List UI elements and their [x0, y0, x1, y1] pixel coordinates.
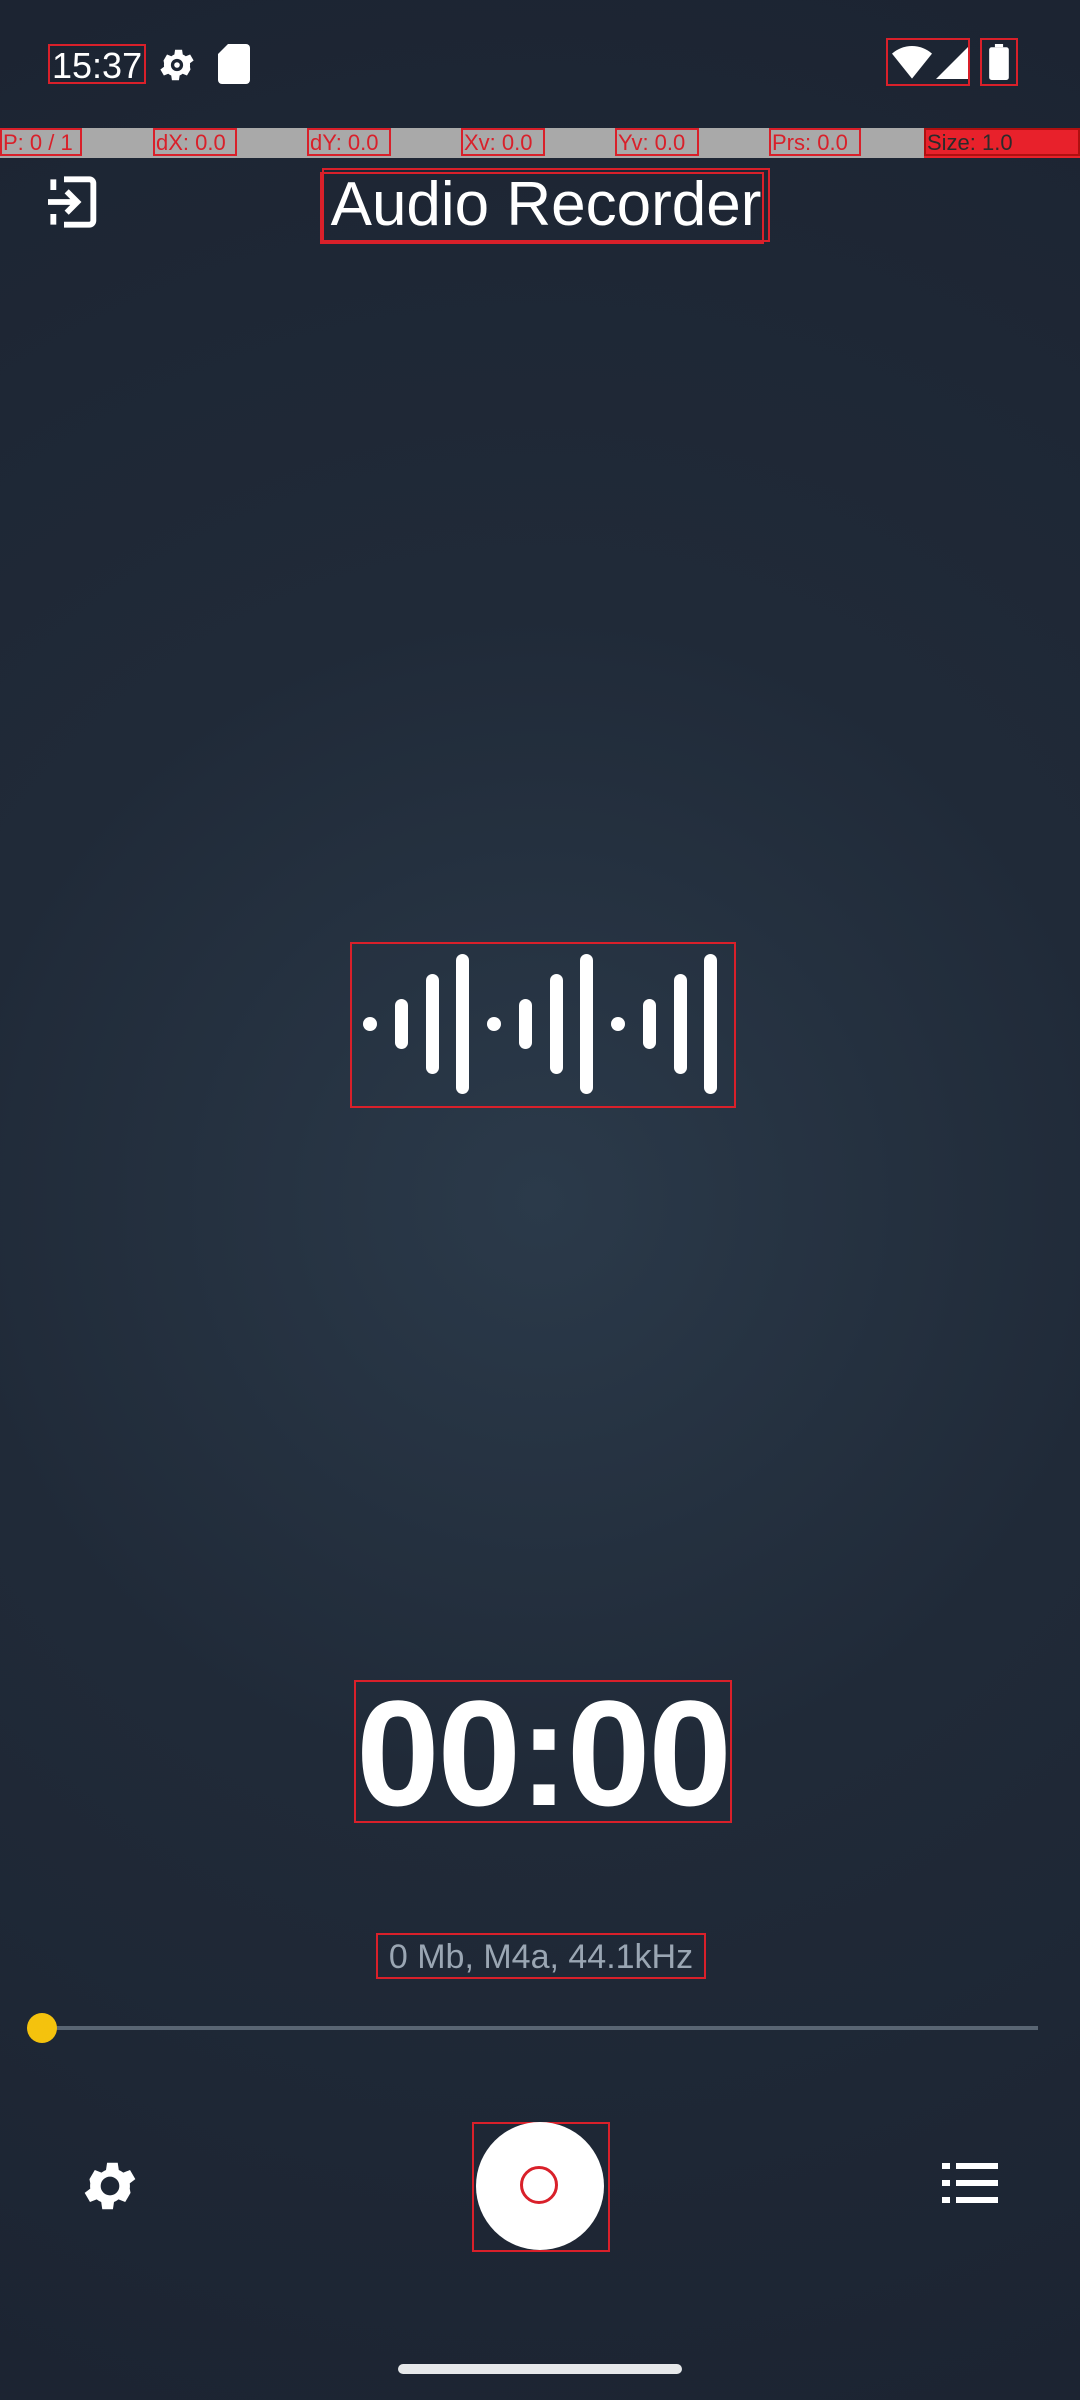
status-bar: 15:37	[0, 0, 1080, 128]
pointer-pressure: Prs: 0.0	[769, 128, 861, 156]
signal-icon	[936, 47, 968, 79]
recording-info: 0 Mb, M4a, 44.1kHz	[376, 1933, 706, 1979]
exit-icon[interactable]	[40, 170, 104, 234]
sd-card-icon	[218, 44, 250, 84]
wifi-icon	[892, 46, 932, 79]
record-button[interactable]	[476, 2122, 604, 2250]
list-icon[interactable]	[942, 2160, 998, 2206]
home-indicator[interactable]	[398, 2364, 682, 2374]
settings-gear-icon[interactable]	[78, 2154, 142, 2218]
progress-thumb[interactable]	[27, 2013, 57, 2043]
pointer-count: P: 0 / 1	[0, 128, 82, 156]
progress-track[interactable]	[28, 2026, 1038, 2030]
pointer-yv: Yv: 0.0	[615, 128, 699, 156]
waveform-icon	[350, 942, 736, 1108]
pointer-dx: dX: 0.0	[153, 128, 237, 156]
title-bounds	[320, 172, 764, 244]
gear-icon	[160, 49, 194, 81]
battery-status	[980, 38, 1018, 86]
pointer-location-bar: P: 0 / 1 dX: 0.0 dY: 0.0 Xv: 0.0 Yv: 0.0…	[0, 128, 1080, 158]
record-icon	[520, 2166, 558, 2204]
battery-icon	[989, 44, 1009, 80]
connectivity-icons	[886, 38, 970, 86]
pointer-size: Size: 1.0	[924, 128, 1080, 156]
pointer-xv: Xv: 0.0	[461, 128, 545, 156]
status-time: 15:37	[48, 44, 146, 86]
pointer-dy: dY: 0.0	[307, 128, 391, 156]
recording-timer: 00:00	[354, 1678, 732, 1828]
